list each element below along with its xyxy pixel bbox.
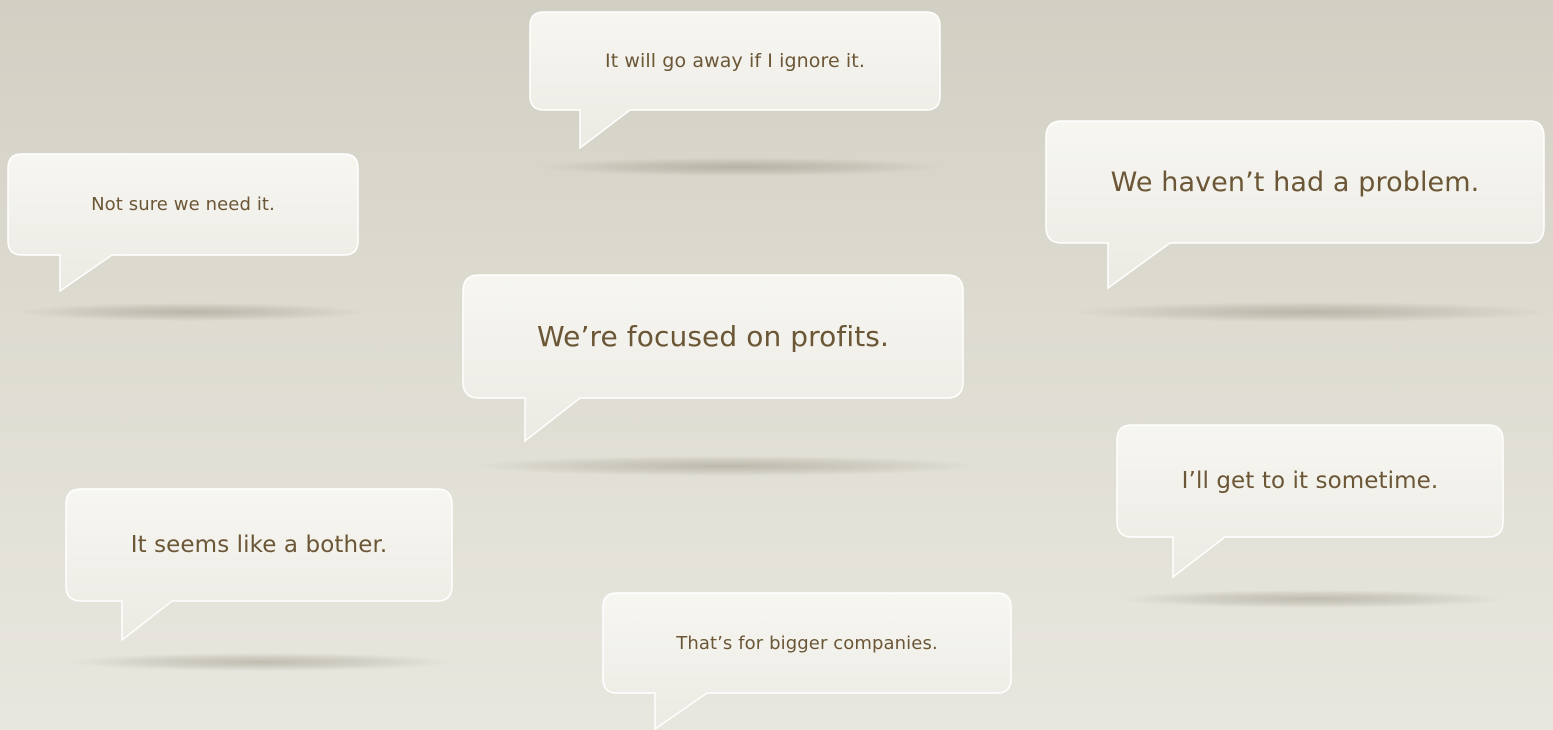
speech-bubble: I’ll get to it sometime. (1116, 424, 1512, 615)
speech-bubble: We’re focused on profits. (462, 274, 973, 485)
bubble-text: That’s for bigger companies. (676, 632, 938, 654)
bubble-shadow (18, 303, 363, 321)
bubble-text: We haven’t had a problem. (1110, 166, 1480, 198)
speech-bubble: We haven’t had a problem. (1045, 120, 1546, 331)
bubble-shadow (478, 456, 973, 476)
bubble-text: We’re focused on profits. (537, 320, 889, 353)
speech-bubble: That’s for bigger companies. (602, 592, 1013, 730)
bubble-shadow (1122, 590, 1502, 608)
bubble-text: It seems like a bother. (130, 532, 388, 558)
bubble-shadow (540, 158, 940, 176)
bubble-text: Not sure we need it. (91, 194, 275, 215)
bubble-shadow (1076, 302, 1546, 322)
speech-bubble: It seems like a bother. (65, 488, 456, 679)
bubble-text: It will go away if I ignore it. (605, 50, 865, 72)
bubble-shadow (71, 653, 451, 671)
speech-bubble: It will go away if I ignore it. (529, 11, 941, 176)
bubble-text: I’ll get to it sometime. (1181, 468, 1439, 494)
speech-bubble: Not sure we need it. (7, 153, 363, 324)
